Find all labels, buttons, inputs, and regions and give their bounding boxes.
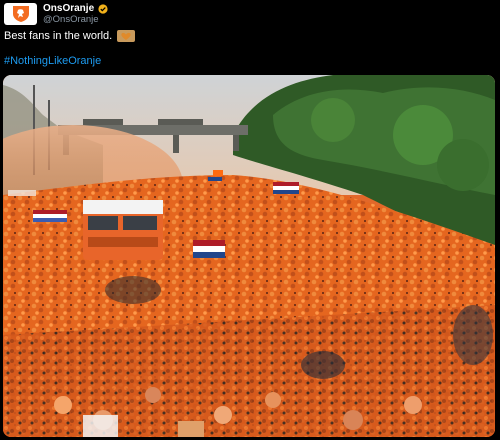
- author-names: OnsOranje @OnsOranje: [43, 3, 108, 25]
- display-name-row: OnsOranje: [43, 3, 108, 14]
- tweet-card: OnsOranje @OnsOranje Best fans in the wo…: [0, 0, 500, 440]
- verified-badge-icon: [98, 3, 108, 14]
- orange-heart-icon: [117, 30, 136, 42]
- tweet-text: Best fans in the world.: [4, 30, 113, 42]
- lion-crest-icon: [12, 6, 29, 22]
- hashtag-link[interactable]: #NothingLikeOranje: [4, 55, 101, 67]
- avatar[interactable]: [4, 3, 37, 25]
- photo-crowd-image: [3, 75, 495, 437]
- tweet-body: Best fans in the world.: [4, 30, 136, 42]
- tweet-media-photo[interactable]: [3, 75, 495, 437]
- author-handle[interactable]: @OnsOranje: [43, 14, 108, 25]
- display-name[interactable]: OnsOranje: [43, 3, 94, 14]
- tweet-header: OnsOranje @OnsOranje: [4, 3, 108, 25]
